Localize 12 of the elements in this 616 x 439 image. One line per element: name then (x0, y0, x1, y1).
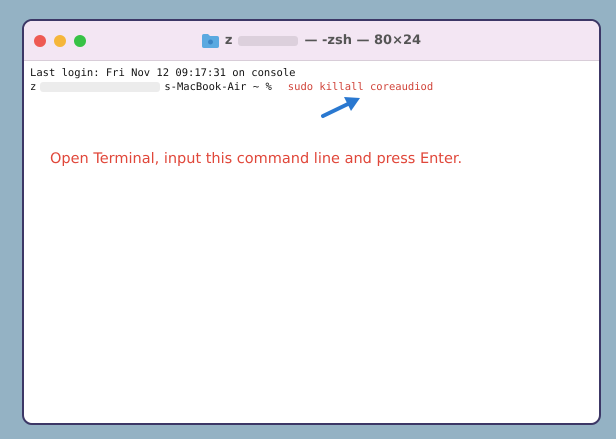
arrow-icon (320, 95, 362, 119)
prompt-user: z (30, 81, 36, 93)
minimize-button[interactable] (54, 34, 66, 46)
zoom-button[interactable] (74, 34, 86, 46)
window-title: — -zsh — 80×24 (304, 33, 422, 48)
prompt-host: s-MacBook-Air ~ % (164, 81, 272, 93)
command-text: sudo killall coreaudiod (288, 81, 434, 93)
close-button[interactable] (34, 34, 46, 46)
window-title: z (224, 33, 232, 48)
terminal-line: Last login: Fri Nov 12 09:17:31 on console (30, 67, 296, 79)
instruction-text: Open Terminal, input this command line and press Enter. (50, 151, 464, 167)
folder-icon (202, 34, 219, 48)
